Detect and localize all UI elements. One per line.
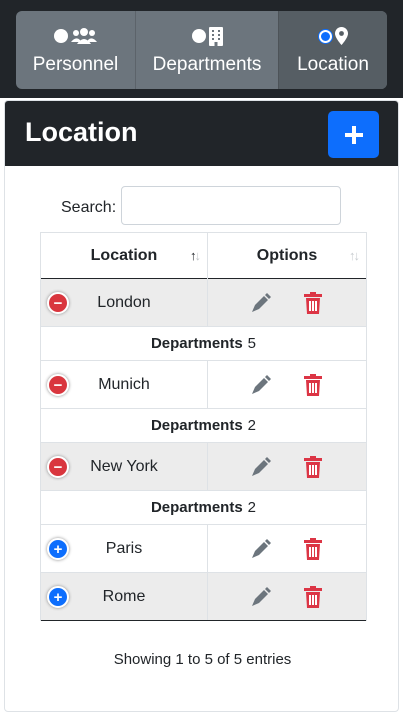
radio-selected-icon bbox=[318, 29, 332, 43]
options-cell bbox=[208, 525, 366, 572]
table-row: + Paris bbox=[41, 525, 366, 573]
edit-location-button[interactable] bbox=[249, 585, 273, 609]
location-cell: + Rome bbox=[41, 573, 208, 620]
edit-location-button[interactable] bbox=[249, 537, 273, 561]
location-name: London bbox=[97, 293, 151, 311]
tab-departments[interactable]: Departments bbox=[135, 11, 278, 89]
details-label: Departments bbox=[150, 417, 243, 434]
trash-icon bbox=[304, 537, 322, 560]
options-cell bbox=[208, 443, 366, 490]
location-name: Paris bbox=[105, 539, 143, 557]
pen-icon bbox=[252, 292, 271, 312]
tab-personnel-label: Personnel bbox=[32, 54, 119, 75]
collapse-row-icon[interactable]: − bbox=[47, 456, 69, 478]
table-row: − New York bbox=[41, 443, 366, 491]
location-cell: − Munich bbox=[41, 361, 208, 408]
delete-location-button[interactable] bbox=[301, 373, 325, 397]
locations-table: Location ↑↓ Options ↑↓ − London Departme… bbox=[40, 232, 367, 621]
column-header-options-label: Options bbox=[256, 247, 318, 264]
radio-icon bbox=[54, 29, 68, 43]
tab-location[interactable]: Location bbox=[278, 11, 387, 89]
table-header: Location ↑↓ Options ↑↓ bbox=[41, 232, 366, 279]
location-cell: + Paris bbox=[41, 525, 208, 572]
pen-icon bbox=[252, 374, 271, 394]
pen-icon bbox=[252, 586, 271, 606]
trash-icon bbox=[304, 291, 322, 314]
table-row: + Rome bbox=[41, 573, 366, 621]
pen-icon bbox=[252, 456, 271, 476]
plus-icon bbox=[344, 125, 363, 144]
delete-location-button[interactable] bbox=[301, 537, 325, 561]
table-info: Showing 1 to 5 of 5 entries bbox=[113, 651, 292, 668]
details-label: Departments bbox=[150, 499, 243, 516]
trash-icon bbox=[304, 373, 322, 396]
sort-ascending-icon: ↑↓ bbox=[190, 248, 201, 263]
location-name: Munich bbox=[98, 375, 150, 393]
expand-row-icon[interactable]: + bbox=[47, 586, 69, 608]
table-row: − London bbox=[41, 279, 366, 327]
edit-location-button[interactable] bbox=[249, 291, 273, 315]
location-pin-icon bbox=[334, 27, 348, 45]
options-cell bbox=[208, 361, 366, 408]
location-cell: − London bbox=[41, 279, 208, 326]
row-details: Departments 2 bbox=[41, 409, 366, 443]
sort-icon: ↑↓ bbox=[349, 248, 360, 263]
tab-departments-icons bbox=[191, 24, 223, 48]
options-cell bbox=[208, 279, 366, 326]
column-header-options[interactable]: Options ↑↓ bbox=[208, 233, 366, 279]
location-name: New York bbox=[90, 457, 158, 475]
collapse-row-icon[interactable]: − bbox=[47, 374, 69, 396]
expand-row-icon[interactable]: + bbox=[47, 538, 69, 560]
search-input[interactable] bbox=[121, 186, 341, 225]
tab-personnel-icons bbox=[54, 24, 97, 48]
options-cell bbox=[208, 573, 366, 620]
collapse-row-icon[interactable]: − bbox=[47, 292, 69, 314]
panel-header: Location bbox=[5, 101, 398, 166]
row-details: Departments 5 bbox=[41, 327, 366, 361]
tab-personnel[interactable]: Personnel bbox=[16, 11, 135, 89]
delete-location-button[interactable] bbox=[301, 455, 325, 479]
location-name: Rome bbox=[102, 587, 146, 605]
details-count: 2 bbox=[247, 499, 257, 516]
top-navbar: Personnel Departments Location bbox=[0, 0, 403, 98]
users-icon bbox=[71, 28, 97, 44]
tab-location-icons bbox=[318, 24, 348, 48]
details-count: 5 bbox=[247, 335, 257, 352]
edit-location-button[interactable] bbox=[249, 373, 273, 397]
column-header-location[interactable]: Location ↑↓ bbox=[41, 233, 208, 279]
delete-location-button[interactable] bbox=[301, 585, 325, 609]
details-label: Departments bbox=[150, 335, 243, 352]
row-details: Departments 2 bbox=[41, 491, 366, 525]
delete-location-button[interactable] bbox=[301, 291, 325, 315]
details-count: 2 bbox=[247, 417, 257, 434]
edit-location-button[interactable] bbox=[249, 455, 273, 479]
location-cell: − New York bbox=[41, 443, 208, 490]
pen-icon bbox=[252, 538, 271, 558]
column-header-location-label: Location bbox=[90, 247, 158, 264]
trash-icon bbox=[304, 455, 322, 478]
search-label: Search: bbox=[61, 199, 117, 216]
building-icon bbox=[208, 26, 223, 46]
radio-icon bbox=[191, 29, 206, 43]
tab-location-label: Location bbox=[297, 54, 369, 75]
add-location-button[interactable] bbox=[328, 111, 379, 158]
table-row: − Munich bbox=[41, 361, 366, 409]
tab-departments-label: Departments bbox=[152, 54, 262, 75]
trash-icon bbox=[304, 585, 322, 608]
page-title: Location bbox=[25, 117, 138, 147]
section-tab-group: Personnel Departments Location bbox=[16, 11, 387, 89]
location-panel: Location Search: Location ↑↓ Options ↑↓ … bbox=[4, 100, 399, 712]
